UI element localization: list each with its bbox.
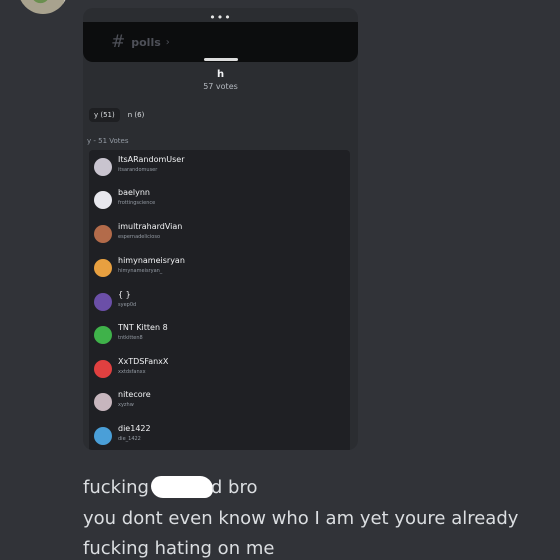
poll-screenshot[interactable]: ••• # polls › h 57 votes y (51) n (6) y …	[83, 8, 358, 450]
avatar	[94, 259, 112, 277]
avatar	[94, 225, 112, 243]
avatar	[94, 293, 112, 311]
voter-display-name: XxTDSFanxX	[118, 357, 169, 366]
voter-username: syep0d	[118, 302, 137, 308]
answer-vote-header: y - 51 Votes	[87, 137, 129, 145]
voter-display-name: die1422	[118, 424, 151, 433]
voter-username: xyzhw	[118, 402, 134, 408]
user-avatar[interactable]	[18, 0, 68, 14]
voter-display-name: ItsARandomUser	[118, 155, 185, 164]
voter-username: die_1422	[118, 436, 141, 442]
poll-vote-count: 57 votes	[203, 82, 238, 91]
voter-username: tntkitten8	[118, 335, 143, 341]
avatar	[94, 158, 112, 176]
avatar	[94, 360, 112, 378]
message-line: you dont even know who I am yet youre al…	[83, 508, 519, 529]
voter-display-name: { }	[118, 290, 131, 299]
voter-username: himynameisryan_	[118, 268, 163, 274]
voter-list: ItsARandomUser itsarandomuser baelynn fr…	[89, 150, 350, 450]
voter-display-name: nitecore	[118, 390, 151, 399]
message-line: fucking d bro	[83, 476, 258, 498]
voter-username: espernadelicioso	[118, 234, 161, 240]
avatar	[94, 326, 112, 344]
chevron-right-icon: ›	[165, 36, 170, 48]
message-text: d bro	[210, 477, 258, 498]
voter-username: itsarandomuser	[118, 167, 158, 173]
voter-display-name: imultrahardVian	[118, 222, 183, 231]
channel-header: # polls ›	[83, 22, 358, 62]
channel-name: polls	[131, 35, 161, 49]
avatar	[94, 393, 112, 411]
voter-display-name: TNT Kitten 8	[118, 323, 168, 332]
voter-display-name: himynameisryan	[118, 256, 185, 265]
answer-tabs: y (51) n (6)	[89, 108, 149, 122]
tab-answer-y: y (51)	[89, 108, 120, 122]
voter-username: frottingscience	[118, 200, 156, 206]
message-line: fucking hating on me	[83, 538, 275, 559]
voter-username: xxtdsfanxx	[118, 369, 146, 375]
censor-scribble	[150, 476, 213, 498]
tab-answer-n: n (6)	[127, 111, 145, 119]
avatar	[94, 191, 112, 209]
voter-display-name: baelynn	[118, 188, 150, 197]
message-text: fucking	[83, 477, 149, 498]
avatar	[94, 427, 112, 445]
poll-title: h	[216, 69, 225, 80]
hash-icon: #	[111, 32, 126, 52]
drag-handle	[204, 58, 238, 61]
